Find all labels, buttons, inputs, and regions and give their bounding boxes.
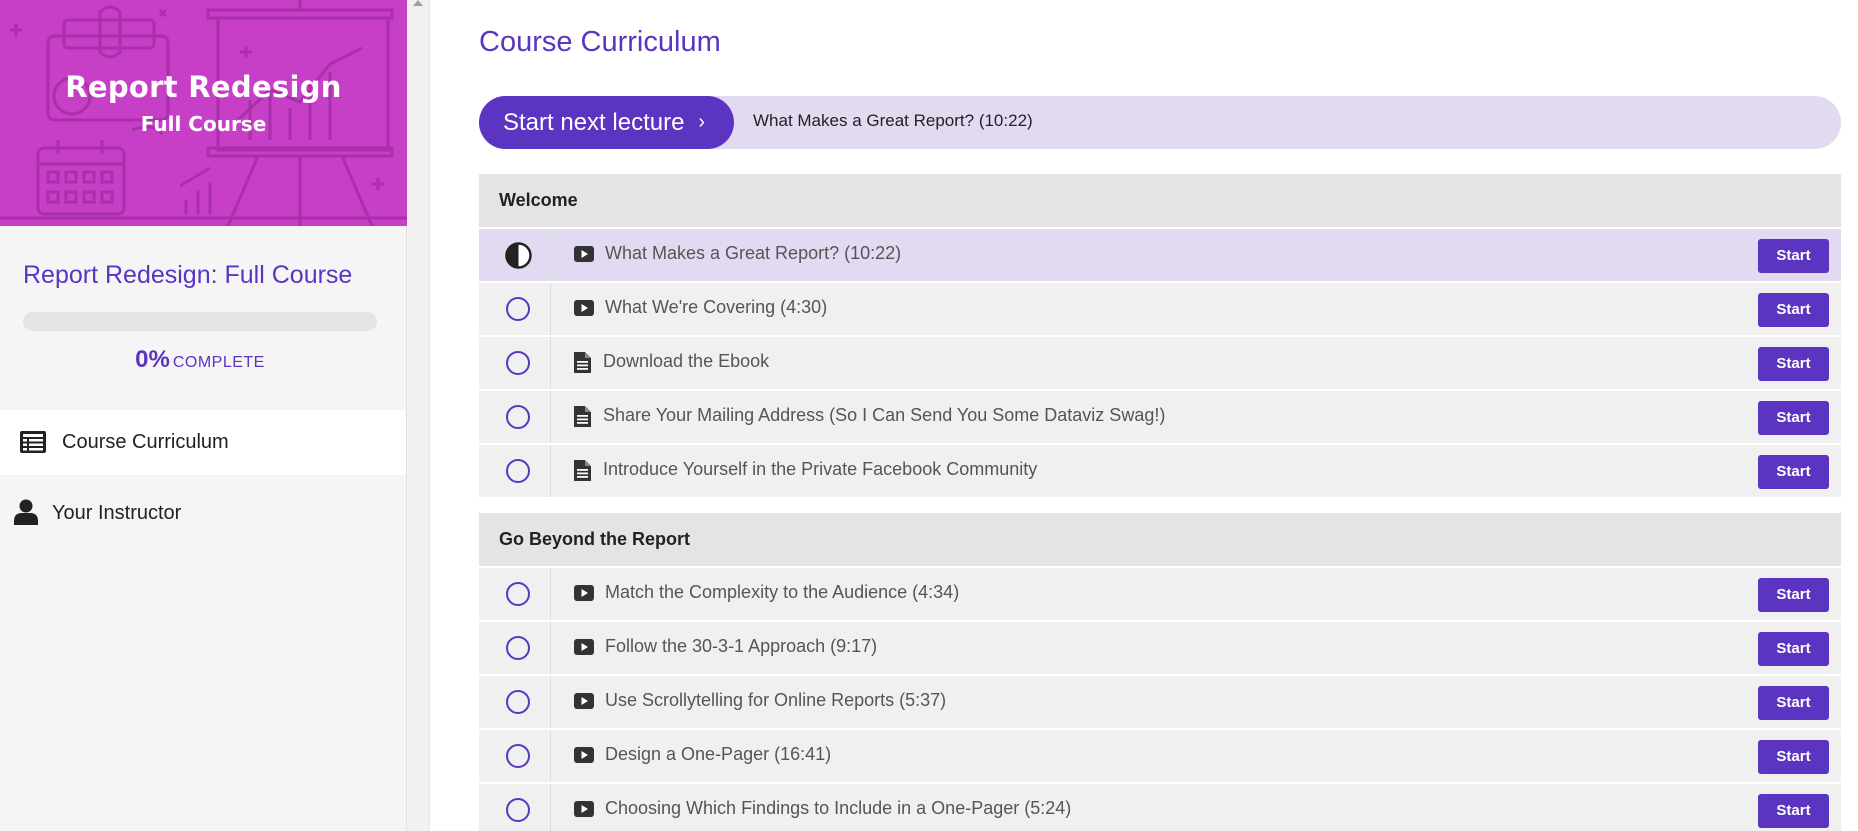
hero-subtitle: Full Course xyxy=(140,112,267,136)
lesson-row[interactable]: Introduce Yourself in the Private Facebo… xyxy=(479,443,1841,497)
lesson-title[interactable]: What Makes a Great Report? (10:22) xyxy=(605,243,901,264)
curriculum-list-icon xyxy=(20,431,46,453)
lesson-row[interactable]: Design a One-Pager (16:41) Start xyxy=(479,728,1841,782)
course-title: Report Redesign: Full Course xyxy=(23,261,353,289)
lesson-status xyxy=(479,568,551,620)
lesson-title[interactable]: What We're Covering (4:30) xyxy=(605,297,827,318)
video-icon xyxy=(574,747,594,763)
section-header: Welcome xyxy=(479,174,1841,227)
start-lesson-button[interactable]: Start xyxy=(1758,740,1829,774)
incomplete-circle-icon xyxy=(506,798,530,822)
video-icon xyxy=(574,300,594,316)
lesson-title[interactable]: Use Scrollytelling for Online Reports (5… xyxy=(605,690,946,711)
incomplete-circle-icon xyxy=(506,744,530,768)
incomplete-circle-icon xyxy=(506,405,530,429)
lesson-title[interactable]: Follow the 30-3-1 Approach (9:17) xyxy=(605,636,877,657)
sidebar: Report Redesign Full Course Report Redes… xyxy=(0,0,407,831)
start-lesson-button[interactable]: Start xyxy=(1758,686,1829,720)
lesson-title[interactable]: Introduce Yourself in the Private Facebo… xyxy=(603,459,1037,480)
lesson-row[interactable]: Download the Ebook Start xyxy=(479,335,1841,389)
nav-item-course-curriculum[interactable]: Course Curriculum xyxy=(0,410,406,475)
incomplete-circle-icon xyxy=(506,297,530,321)
lesson-row[interactable]: What We're Covering (4:30) Start xyxy=(479,281,1841,335)
lesson-status xyxy=(479,622,551,674)
document-icon xyxy=(574,352,591,373)
start-lesson-button[interactable]: Start xyxy=(1758,401,1829,435)
nav-item-your-instructor[interactable]: Your Instructor xyxy=(0,481,406,546)
progress-bar xyxy=(23,312,377,331)
incomplete-circle-icon xyxy=(506,690,530,714)
progress-complete-label: COMPLETE xyxy=(172,354,265,371)
course-hero-image: Report Redesign Full Course xyxy=(0,0,407,226)
lesson-row[interactable]: Match the Complexity to the Audience (4:… xyxy=(479,566,1841,620)
lesson-title[interactable]: Choosing Which Findings to Include in a … xyxy=(605,798,1071,819)
curriculum-section: Welcome What Makes a Great Report? (10:22… xyxy=(479,174,1841,497)
chevron-right-icon: › xyxy=(698,111,706,133)
start-lesson-button[interactable]: Start xyxy=(1758,794,1829,828)
incomplete-circle-icon xyxy=(506,636,530,660)
lesson-row[interactable]: Share Your Mailing Address (So I Can Sen… xyxy=(479,389,1841,443)
next-lecture-bar: Start next lecture › What Makes a Great … xyxy=(479,96,1841,149)
user-icon xyxy=(14,499,38,525)
start-lesson-button[interactable]: Start xyxy=(1758,578,1829,612)
lesson-row[interactable]: Use Scrollytelling for Online Reports (5… xyxy=(479,674,1841,728)
start-next-lecture-button[interactable]: Start next lecture › xyxy=(479,96,734,149)
lesson-title[interactable]: Match the Complexity to the Audience (4:… xyxy=(605,582,959,603)
hero-title: Report Redesign xyxy=(65,70,342,104)
lesson-row[interactable]: Choosing Which Findings to Include in a … xyxy=(479,782,1841,831)
lesson-row[interactable]: Follow the 30-3-1 Approach (9:17) Start xyxy=(479,620,1841,674)
lesson-status xyxy=(479,229,551,281)
section-header: Go Beyond the Report xyxy=(479,513,1841,566)
lesson-title[interactable]: Download the Ebook xyxy=(603,351,769,372)
video-icon xyxy=(574,246,594,262)
start-next-lecture-label: Start next lecture xyxy=(503,108,685,136)
progress-percent: 0% xyxy=(135,346,170,373)
lesson-status xyxy=(479,676,551,728)
lesson-title[interactable]: Share Your Mailing Address (So I Can Sen… xyxy=(603,405,1165,426)
lesson-title[interactable]: Design a One-Pager (16:41) xyxy=(605,744,831,765)
document-icon xyxy=(574,406,591,427)
lesson-status xyxy=(479,337,551,389)
lesson-status xyxy=(479,283,551,335)
lesson-status xyxy=(479,730,551,782)
video-icon xyxy=(574,585,594,601)
nav-label-your-instructor: Your Instructor xyxy=(52,502,182,524)
video-icon xyxy=(574,639,594,655)
nav-label-course-curriculum: Course Curriculum xyxy=(62,431,229,453)
curriculum-section: Go Beyond the Report Match the Complexity… xyxy=(479,513,1841,831)
start-lesson-button[interactable]: Start xyxy=(1758,239,1829,273)
start-lesson-button[interactable]: Start xyxy=(1758,632,1829,666)
video-icon xyxy=(574,801,594,817)
page-title: Course Curriculum xyxy=(479,26,721,58)
lesson-row[interactable]: What Makes a Great Report? (10:22) Start xyxy=(479,227,1841,281)
video-icon xyxy=(574,693,594,709)
lesson-status xyxy=(479,784,551,831)
incomplete-circle-icon xyxy=(506,582,530,606)
incomplete-circle-icon xyxy=(506,459,530,483)
start-lesson-button[interactable]: Start xyxy=(1758,293,1829,327)
incomplete-circle-icon xyxy=(506,351,530,375)
lesson-status xyxy=(479,391,551,443)
progress-text: 0% COMPLETE xyxy=(0,346,400,374)
half-complete-circle-icon xyxy=(505,242,532,269)
scroll-up-arrow-icon[interactable] xyxy=(413,0,423,6)
document-icon xyxy=(574,460,591,481)
lesson-status xyxy=(479,445,551,497)
start-lesson-button[interactable]: Start xyxy=(1758,347,1829,381)
next-lecture-title: What Makes a Great Report? (10:22) xyxy=(753,111,1033,130)
sidebar-scrollbar[interactable] xyxy=(407,0,430,831)
start-lesson-button[interactable]: Start xyxy=(1758,455,1829,489)
